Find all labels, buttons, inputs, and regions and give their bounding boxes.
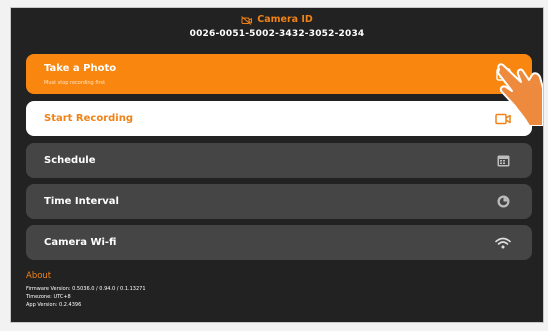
- camera-wifi-label: Camera Wi-fi: [44, 237, 117, 248]
- camera-title-text: Camera ID: [257, 14, 313, 25]
- camera-wifi-button[interactable]: Camera Wi-fi: [26, 225, 532, 260]
- calendar-icon: [492, 150, 514, 172]
- wifi-icon: [492, 232, 514, 254]
- take-photo-button[interactable]: Take a Photo Must stop recording first: [26, 54, 532, 94]
- camera-title: Camera ID: [11, 14, 543, 26]
- take-photo-sublabel: Must stop recording first: [44, 79, 106, 86]
- about-title: About: [26, 271, 52, 281]
- firmware-version: Firmware Version: 0.5036.0 / 0.94.0 / 0.…: [26, 286, 146, 292]
- start-recording-button[interactable]: Start Recording: [26, 101, 532, 136]
- take-photo-text: Take a Photo Must stop recording first: [44, 62, 116, 87]
- timer-icon: [492, 191, 514, 213]
- pointing-hand-icon: [497, 60, 543, 130]
- camera-off-icon: [241, 15, 253, 25]
- start-recording-label: Start Recording: [44, 113, 133, 124]
- schedule-button[interactable]: Schedule: [26, 143, 532, 178]
- app-screen: Camera ID 0026-0051-5002-3432-3052-2034 …: [10, 7, 544, 323]
- about-section: About Firmware Version: 0.5036.0 / 0.94.…: [26, 271, 146, 309]
- camera-id: 0026-0051-5002-3432-3052-2034: [189, 29, 365, 39]
- header: Camera ID 0026-0051-5002-3432-3052-2034: [11, 14, 543, 40]
- time-interval-label: Time Interval: [44, 196, 119, 207]
- take-photo-label: Take a Photo: [44, 62, 117, 74]
- timezone: Timezone: UTC+8: [26, 294, 71, 300]
- schedule-label: Schedule: [44, 155, 96, 166]
- app-version: App Version: 0.2.4396: [26, 302, 82, 308]
- time-interval-button[interactable]: Time Interval: [26, 184, 532, 219]
